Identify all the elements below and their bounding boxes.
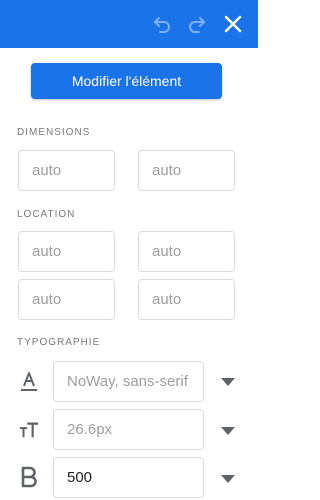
left-field[interactable]: auto xyxy=(138,279,235,320)
width-field[interactable]: auto xyxy=(18,150,115,191)
font-size-dropdown-icon[interactable] xyxy=(221,426,235,436)
bottom-field[interactable]: auto xyxy=(18,279,115,320)
right-field[interactable]: auto xyxy=(138,231,235,272)
dimensions-section-label: DIMENSIONS xyxy=(17,127,91,138)
font-family-field[interactable]: NoWay, sans-serif xyxy=(53,361,204,402)
font-weight-dropdown-icon[interactable] xyxy=(221,474,235,484)
bold-icon xyxy=(19,465,39,489)
location-section-label: LOCATION xyxy=(17,209,76,220)
redo-icon[interactable] xyxy=(185,12,209,36)
text-size-icon xyxy=(19,418,39,442)
undo-icon[interactable] xyxy=(150,12,174,36)
modify-element-button[interactable]: Modifier l'élément xyxy=(31,63,222,99)
font-family-dropdown-icon[interactable] xyxy=(221,377,235,387)
top-field[interactable]: auto xyxy=(18,231,115,272)
text-color-icon xyxy=(19,369,39,393)
typography-section-label: TYPOGRAPHIE xyxy=(17,337,101,348)
close-icon[interactable] xyxy=(221,12,245,36)
font-size-field[interactable]: 26.6px xyxy=(53,409,204,450)
panel-header xyxy=(0,0,258,48)
height-field[interactable]: auto xyxy=(138,150,235,191)
font-weight-field[interactable]: 500 xyxy=(53,457,204,498)
